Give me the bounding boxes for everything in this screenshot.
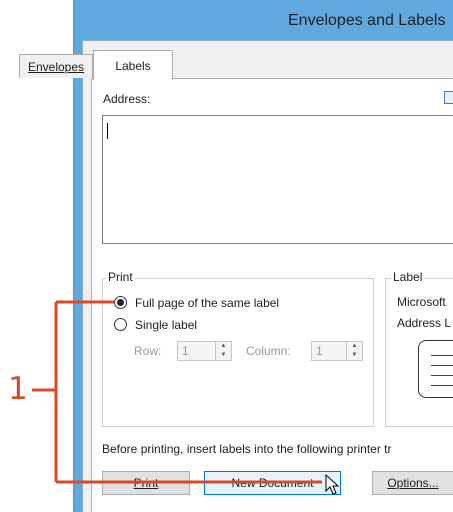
label-preview-line	[431, 355, 453, 356]
column-spinner[interactable]: 1 ▲ ▼	[311, 341, 363, 361]
full-page-label[interactable]: Full page of the same label	[135, 296, 279, 310]
tab-envelopes[interactable]: Envelopes	[19, 54, 93, 78]
single-label-label[interactable]: Single label	[135, 318, 197, 332]
print-button[interactable]: Print	[102, 471, 190, 495]
callout-number: 1	[8, 371, 28, 407]
tab-envelopes-label: Envelopes	[27, 60, 85, 74]
row-spin-buttons: ▲ ▼	[215, 342, 231, 360]
tab-labels-label: Labels	[115, 59, 151, 73]
print-button-label: Print	[133, 476, 159, 490]
printer-tray-notice: Before printing, insert labels into the …	[102, 442, 392, 456]
label-preview-line	[431, 385, 453, 386]
text-caret	[107, 123, 108, 139]
spin-up-icon[interactable]: ▲	[216, 342, 231, 351]
address-textarea[interactable]	[102, 115, 453, 244]
label-group-title: Label	[391, 270, 425, 284]
row-value: 1	[182, 344, 189, 358]
single-label-radio[interactable]	[114, 318, 127, 331]
new-document-button[interactable]: New Document	[204, 471, 341, 495]
print-group-title: Print	[106, 270, 135, 284]
spin-down-icon[interactable]: ▼	[216, 351, 231, 360]
row-label: Row:	[134, 344, 162, 358]
mouse-pointer-icon	[325, 474, 340, 495]
column-value: 1	[316, 344, 323, 358]
address-book-icon[interactable]	[444, 91, 453, 104]
label-preview-icon[interactable]	[418, 340, 453, 398]
new-document-button-label: New Document	[231, 476, 314, 490]
spin-down-icon[interactable]: ▼	[347, 351, 362, 360]
options-button-label: Options...	[387, 476, 439, 490]
tab-labels[interactable]: Labels	[93, 50, 173, 80]
row-spinner[interactable]: 1 ▲ ▼	[177, 341, 232, 361]
window-title: Envelopes and Labels	[288, 12, 446, 29]
label-vendor[interactable]: Microsoft	[397, 295, 446, 309]
spin-up-icon[interactable]: ▲	[347, 342, 362, 351]
options-button[interactable]: Options...	[372, 471, 453, 495]
label-preview-line	[431, 365, 453, 366]
label-product[interactable]: Address L	[397, 316, 451, 330]
address-label: Address:	[103, 92, 151, 106]
title-bar[interactable]: Envelopes and Labels	[74, 0, 453, 40]
column-label: Column:	[246, 344, 291, 358]
label-preview-line	[431, 375, 453, 376]
full-page-radio[interactable]	[114, 296, 127, 309]
column-spin-buttons: ▲ ▼	[346, 342, 362, 360]
